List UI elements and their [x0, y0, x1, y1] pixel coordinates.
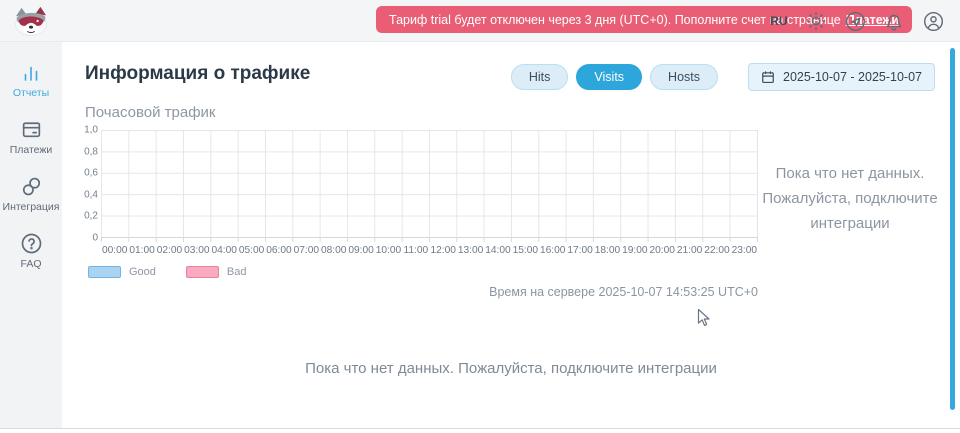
- integration-link-icon: [20, 175, 43, 198]
- send-telegram-icon[interactable]: [844, 10, 866, 32]
- app-window: Тариф trial будет отключен через 3 дня (…: [0, 0, 960, 433]
- y-axis-label: 0,6: [84, 168, 98, 179]
- header-actions: RU: [770, 0, 944, 42]
- y-axis: 1,0 0,8 0,6 0,4 0,2 0: [85, 130, 101, 238]
- x-axis-label: 10:00: [375, 245, 402, 256]
- bad-swatch: [186, 266, 219, 278]
- x-axis-label: 12:00: [430, 245, 457, 256]
- x-axis-label: 23:00: [731, 245, 758, 256]
- notifications-bell-icon[interactable]: [883, 10, 905, 32]
- bottom-divider: [0, 428, 960, 429]
- x-axis-label: 14:00: [484, 245, 511, 256]
- x-axis-label: 20:00: [649, 245, 676, 256]
- x-axis-label: 00:00: [101, 245, 128, 256]
- x-axis-label: 05:00: [238, 245, 265, 256]
- sidebar-item-payments[interactable]: Платежи: [0, 118, 62, 156]
- language-switcher[interactable]: RU: [770, 14, 788, 28]
- server-time: Время на сервере 2025-10-07 14:53:25 UTC…: [85, 285, 758, 299]
- raccoon-logo[interactable]: [12, 5, 50, 37]
- plot-area-wrap: 00:00 01:00 02:00 03:00 04:00 05:00 06:0…: [101, 130, 758, 256]
- x-axis-label: 17:00: [566, 245, 593, 256]
- main-content: Информация о трафике Hits Visits Hosts 2…: [62, 42, 960, 428]
- chart-title: Почасовой трафик: [85, 104, 216, 121]
- legend-item-bad[interactable]: Bad: [186, 266, 247, 278]
- x-axis-label: 15:00: [512, 245, 539, 256]
- x-axis-label: 22:00: [703, 245, 730, 256]
- sidebar-item-label: Интеграция: [3, 201, 60, 213]
- vertical-scrollbar[interactable]: [950, 48, 955, 410]
- x-axis-label: 03:00: [183, 245, 210, 256]
- x-axis-label: 13:00: [457, 245, 484, 256]
- x-axis-ticks: [101, 238, 758, 242]
- page-title: Информация о трафике: [85, 63, 310, 85]
- profile-icon[interactable]: [922, 10, 944, 32]
- bottom-empty-message: Пока что нет данных. Пожалуйста, подключ…: [62, 360, 960, 377]
- x-axis-label: 02:00: [156, 245, 183, 256]
- theme-sun-icon[interactable]: [805, 10, 827, 32]
- sidebar-item-label: Отчеты: [13, 87, 49, 99]
- x-axis-label: 09:00: [347, 245, 374, 256]
- x-axis-label: 19:00: [621, 245, 648, 256]
- x-axis-label: 16:00: [539, 245, 566, 256]
- date-range-value: 2025-10-07 - 2025-10-07: [783, 70, 922, 84]
- tab-hits[interactable]: Hits: [511, 64, 569, 90]
- sidebar-item-label: Платежи: [10, 144, 53, 156]
- legend-label: Bad: [227, 266, 247, 278]
- notification-badge: [898, 8, 906, 16]
- y-axis-label: 0: [92, 233, 98, 244]
- x-axis: 00:00 01:00 02:00 03:00 04:00 05:00 06:0…: [101, 245, 758, 256]
- bar-chart-icon: [20, 62, 42, 84]
- x-axis-label: 06:00: [265, 245, 292, 256]
- chart-legend: Good Bad: [88, 266, 758, 278]
- sidebar-nav: Отчеты Платежи Интеграция FAQ: [0, 42, 62, 428]
- plot-grid[interactable]: [101, 130, 758, 238]
- calendar-icon: [761, 70, 775, 84]
- y-axis-label: 0,4: [84, 189, 98, 200]
- payments-card-icon: [20, 118, 43, 141]
- sidebar-item-integration[interactable]: Интеграция: [0, 175, 62, 213]
- hourly-traffic-chart: 1,0 0,8 0,6 0,4 0,2 0 00:00 01:00 02:00 …: [85, 130, 758, 299]
- legend-item-good[interactable]: Good: [88, 266, 156, 278]
- top-header: Тариф trial будет отключен через 3 дня (…: [0, 0, 960, 42]
- side-empty-message: Пока что нет данных. Пожалуйста, подключ…: [760, 162, 940, 236]
- date-range-picker[interactable]: 2025-10-07 - 2025-10-07: [748, 63, 935, 91]
- x-axis-label: 04:00: [211, 245, 238, 256]
- legend-label: Good: [129, 266, 156, 278]
- tab-visits[interactable]: Visits: [576, 64, 642, 90]
- y-axis-label: 0,2: [84, 211, 98, 222]
- faq-question-icon: [20, 232, 43, 255]
- y-axis-label: 1,0: [84, 125, 98, 136]
- x-axis-label: 11:00: [402, 245, 429, 256]
- x-axis-label: 18:00: [594, 245, 621, 256]
- x-axis-label: 08:00: [320, 245, 347, 256]
- sidebar-item-faq[interactable]: FAQ: [0, 232, 62, 270]
- tab-hosts[interactable]: Hosts: [650, 64, 718, 90]
- view-controls: Hits Visits Hosts 2025-10-07 - 2025-10-0…: [511, 63, 935, 91]
- good-swatch: [88, 266, 121, 278]
- sidebar-item-label: FAQ: [20, 258, 41, 270]
- x-axis-label: 01:00: [128, 245, 155, 256]
- sidebar-item-reports[interactable]: Отчеты: [0, 62, 62, 99]
- x-axis-label: 21:00: [676, 245, 703, 256]
- x-axis-label: 07:00: [293, 245, 320, 256]
- y-axis-label: 0,8: [84, 146, 98, 157]
